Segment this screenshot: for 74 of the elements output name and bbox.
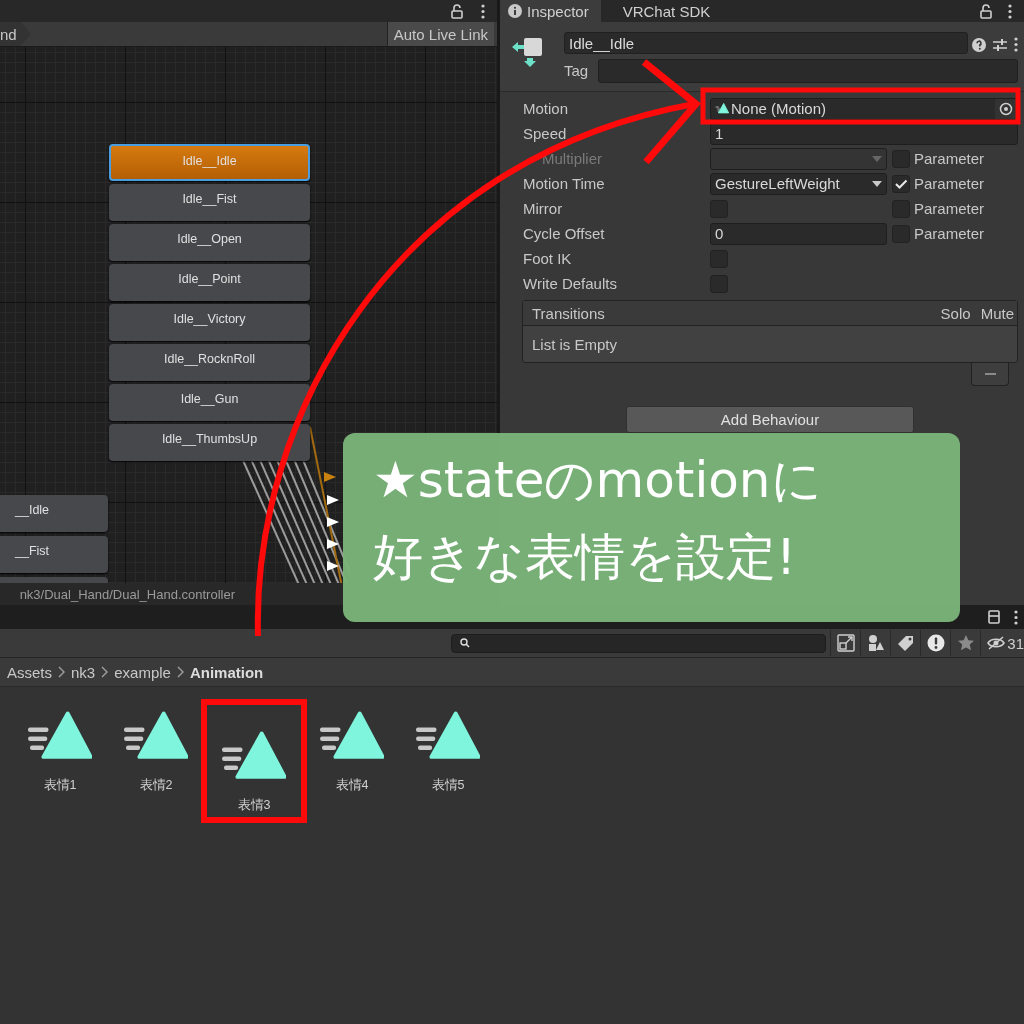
field-label: Motion Time bbox=[523, 175, 606, 192]
field-label: Foot IK bbox=[523, 250, 573, 267]
help-icon[interactable] bbox=[972, 37, 986, 52]
callout-text: ★stateのmotionに bbox=[373, 453, 823, 508]
state-node[interactable]: __Fist bbox=[0, 536, 108, 573]
state-node[interactable]: Idle__ThumbsUp bbox=[109, 424, 310, 461]
column-header: Mute bbox=[980, 304, 1014, 322]
animation-clip-icon bbox=[715, 101, 729, 116]
asset-item[interactable]: 表情2 bbox=[108, 707, 204, 818]
dropdown-value: GestureLeftWeight bbox=[715, 175, 840, 192]
name-field[interactable]: Idle__Idle bbox=[564, 32, 968, 54]
remove-button[interactable] bbox=[971, 363, 1009, 386]
panel-tab[interactable]: Inspector bbox=[500, 0, 601, 22]
breadcrumb-item[interactable]: nk3 bbox=[71, 663, 96, 681]
hidden-count: 31 bbox=[1007, 634, 1024, 652]
field-label: Speed bbox=[523, 125, 568, 142]
column-header: Solo bbox=[940, 304, 971, 322]
menu-icon[interactable] bbox=[1008, 3, 1012, 19]
state-node[interactable]: Idle__Victory bbox=[109, 304, 310, 341]
info-icon bbox=[508, 4, 522, 18]
field-label: Cycle Offset bbox=[523, 225, 606, 242]
field-label: Parameter bbox=[914, 175, 985, 192]
field-label: Mirror bbox=[523, 200, 564, 217]
breadcrumb-item[interactable]: nd bbox=[0, 22, 31, 46]
auto-live-link-button[interactable]: Auto Live Link bbox=[386, 22, 494, 46]
caret-icon bbox=[872, 180, 882, 187]
search-icon bbox=[460, 638, 471, 648]
field-label: Parameter bbox=[914, 150, 985, 167]
field-label: Parameter bbox=[914, 225, 985, 242]
breadcrumb-item[interactable]: Assets bbox=[7, 663, 52, 681]
chevron-icon bbox=[58, 666, 65, 678]
empty-message: List is Empty bbox=[532, 335, 618, 353]
checkbox[interactable] bbox=[892, 174, 910, 193]
tag-field[interactable] bbox=[598, 58, 1018, 83]
asset-item[interactable]: 表情5 bbox=[400, 707, 496, 818]
object-field[interactable]: None (Motion) bbox=[710, 97, 1018, 120]
file-path: nk3/Dual_Hand/Dual_Hand.controller bbox=[19, 586, 235, 602]
asset-item[interactable]: 表情4 bbox=[304, 707, 400, 818]
state-node[interactable]: Idle__Gun bbox=[109, 384, 310, 421]
lock-icon[interactable] bbox=[451, 3, 463, 19]
asset-item[interactable]: 表情3 bbox=[206, 704, 302, 818]
add-behaviour-button[interactable]: Add Behaviour bbox=[626, 406, 914, 433]
hidden-eye-icon[interactable] bbox=[987, 634, 1006, 652]
state-node[interactable]: Idle__RocknRoll bbox=[109, 344, 310, 381]
state-node[interactable]: Idle__Fist bbox=[109, 184, 310, 221]
list-header: Transitions bbox=[532, 304, 606, 322]
menu-icon[interactable] bbox=[1014, 609, 1018, 625]
field-label: Write Defaults bbox=[523, 275, 618, 292]
caret-icon bbox=[872, 155, 882, 162]
state-node[interactable]: Idle__Point bbox=[109, 264, 310, 301]
state-node[interactable]: Idle__Open bbox=[109, 224, 310, 261]
target-icon[interactable] bbox=[999, 101, 1013, 116]
field-value: None (Motion) bbox=[731, 100, 827, 117]
breadcrumb-item[interactable]: example bbox=[114, 663, 171, 681]
field-label: Motion bbox=[523, 100, 570, 117]
chevron-icon bbox=[176, 666, 184, 678]
state-node[interactable]: __Idle bbox=[0, 495, 108, 532]
field-label: Parameter bbox=[914, 200, 985, 217]
menu-icon[interactable] bbox=[1014, 37, 1018, 52]
settings-icon[interactable] bbox=[993, 37, 1007, 52]
dropdown[interactable]: GestureLeftWeight bbox=[710, 172, 887, 195]
minus-icon bbox=[984, 373, 996, 375]
asset-item[interactable]: 表情1 bbox=[12, 707, 108, 818]
check-icon bbox=[894, 177, 908, 190]
number-field[interactable]: 0 bbox=[710, 222, 887, 245]
search-field[interactable] bbox=[451, 633, 827, 653]
menu-icon[interactable] bbox=[481, 3, 485, 19]
lock-icon[interactable] bbox=[980, 3, 992, 19]
window-icon[interactable] bbox=[988, 610, 1000, 624]
breadcrumb-item[interactable]: Animation bbox=[189, 663, 264, 681]
field-label: Tag bbox=[564, 62, 589, 79]
field-label: Multiplier bbox=[541, 150, 603, 167]
chevron-icon bbox=[101, 666, 109, 678]
callout-text: 好きな表情を設定! bbox=[373, 530, 798, 585]
